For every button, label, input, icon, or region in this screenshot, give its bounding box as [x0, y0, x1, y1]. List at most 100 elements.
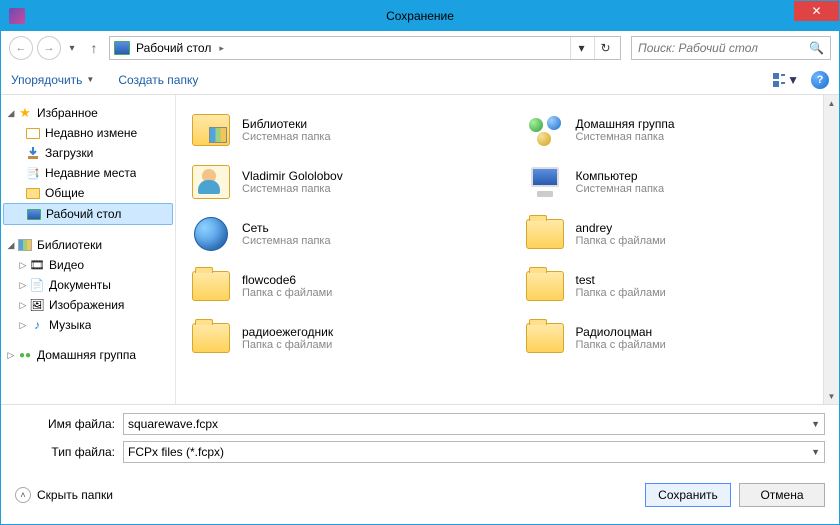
sidebar: ◢ ★ Избранное Недавно измене Загрузки 📑 … — [1, 95, 176, 404]
hide-folders-label: Скрыть папки — [37, 488, 113, 502]
new-folder-label: Создать папку — [118, 73, 198, 87]
filename-label: Имя файла: — [15, 417, 123, 431]
save-button[interactable]: Сохранить — [645, 483, 731, 507]
scroll-down-icon[interactable]: ▼ — [824, 388, 839, 404]
sidebar-downloads[interactable]: Загрузки — [3, 143, 173, 163]
network-icon — [190, 216, 232, 252]
folder-icon — [524, 216, 566, 252]
expand-icon[interactable]: ▷ — [17, 320, 29, 331]
arrow-left-icon: ← — [16, 42, 27, 54]
back-button[interactable]: ← — [9, 36, 33, 60]
chevron-down-icon: ▾ — [578, 41, 584, 55]
sidebar-video[interactable]: ▷ 🎞 Видео — [3, 255, 173, 275]
sidebar-recent[interactable]: Недавно измене — [3, 123, 173, 143]
sidebar-public[interactable]: Общие — [3, 183, 173, 203]
desktop-icon — [26, 207, 42, 221]
video-icon: 🎞 — [29, 258, 45, 272]
scroll-up-icon[interactable]: ▲ — [824, 95, 839, 111]
filename-input[interactable] — [128, 417, 807, 431]
expand-icon[interactable]: ▷ — [17, 300, 29, 311]
close-button[interactable]: ✕ — [794, 1, 839, 21]
collapse-icon[interactable]: ◢ — [5, 240, 17, 251]
filetype-label: Тип файла: — [15, 445, 123, 459]
organize-button[interactable]: Упорядочить ▼ — [11, 73, 94, 87]
new-folder-button[interactable]: Создать папку — [118, 73, 198, 87]
breadcrumb[interactable]: Рабочий стол — [134, 41, 213, 55]
view-button[interactable]: ▼ — [773, 70, 799, 90]
file-libraries[interactable]: БиблиотекиСистемная папка — [184, 105, 498, 155]
title-bar: Сохранение ✕ — [1, 1, 839, 31]
expand-icon[interactable]: ▷ — [5, 350, 17, 361]
expand-icon[interactable]: ▷ — [17, 260, 29, 271]
toolbar: Упорядочить ▼ Создать папку ▼ ? — [1, 65, 839, 95]
file-test[interactable]: testПапка с файлами — [518, 261, 832, 311]
picture-icon: 🖼 — [29, 298, 45, 312]
forward-button[interactable]: → — [37, 36, 61, 60]
nav-row: ← → ▾ ↑ Рабочий стол ▸ ▾ ↻ 🔍 — [1, 31, 839, 65]
filetype-value: FCPx files (*.fcpx) — [128, 445, 807, 459]
folder-icon — [524, 320, 566, 356]
form-pane: Имя файла: ▼ Тип файла: FCPx files (*.fc… — [1, 404, 839, 475]
sidebar-pictures[interactable]: ▷ 🖼 Изображения — [3, 295, 173, 315]
chevron-down-icon: ▼ — [86, 75, 94, 84]
address-dropdown[interactable]: ▾ — [570, 37, 592, 59]
file-radiolocman[interactable]: РадиолоцманПапка с файлами — [518, 313, 832, 363]
file-andrey[interactable]: andreyПапка с файлами — [518, 209, 832, 259]
folder-icon — [25, 186, 41, 200]
app-icon — [9, 8, 25, 24]
cancel-button[interactable]: Отмена — [739, 483, 825, 507]
sidebar-libraries[interactable]: ◢ Библиотеки — [3, 235, 173, 255]
arrow-right-icon: → — [44, 42, 55, 54]
arrow-up-icon: ↑ — [91, 40, 98, 56]
chevron-down-icon[interactable]: ▼ — [807, 419, 820, 429]
up-button[interactable]: ↑ — [83, 37, 105, 59]
recent-icon — [25, 126, 41, 140]
sidebar-desktop[interactable]: Рабочий стол — [3, 203, 173, 225]
collapse-icon[interactable]: ◢ — [5, 108, 17, 119]
sidebar-favorites[interactable]: ◢ ★ Избранное — [3, 103, 173, 123]
homegroup-icon — [524, 112, 566, 148]
chevron-down-icon: ▼ — [787, 73, 799, 87]
close-icon: ✕ — [811, 4, 821, 18]
chevron-down-icon[interactable]: ▼ — [807, 447, 820, 457]
computer-icon — [524, 164, 566, 200]
filename-field[interactable]: ▼ — [123, 413, 825, 435]
help-icon: ? — [817, 74, 824, 86]
folder-icon — [190, 320, 232, 356]
file-network[interactable]: СетьСистемная папка — [184, 209, 498, 259]
chevron-up-icon: ˄ — [15, 487, 31, 503]
folder-icon — [190, 268, 232, 304]
desktop-icon — [114, 41, 130, 55]
file-list: БиблиотекиСистемная папка Домашняя групп… — [176, 95, 839, 404]
button-row: ˄ Скрыть папки Сохранить Отмена — [1, 475, 839, 517]
libraries-icon — [190, 112, 232, 148]
refresh-button[interactable]: ↻ — [594, 37, 616, 59]
sidebar-documents[interactable]: ▷ 📄 Документы — [3, 275, 173, 295]
hide-folders-button[interactable]: ˄ Скрыть папки — [15, 487, 113, 503]
pin-icon: 📑 — [25, 166, 41, 180]
folder-icon — [524, 268, 566, 304]
file-radio-year[interactable]: радиоежегодникПапка с файлами — [184, 313, 498, 363]
scrollbar[interactable]: ▲ ▼ — [823, 95, 839, 404]
search-icon[interactable]: 🔍 — [809, 41, 824, 55]
file-computer[interactable]: КомпьютерСистемная папка — [518, 157, 832, 207]
address-bar[interactable]: Рабочий стол ▸ ▾ ↻ — [109, 36, 621, 60]
sidebar-homegroup[interactable]: ▷ ●● Домашняя группа — [3, 345, 173, 365]
history-dropdown[interactable]: ▾ — [65, 43, 79, 54]
view-icon — [773, 73, 785, 87]
file-homegroup[interactable]: Домашняя группаСистемная папка — [518, 105, 832, 155]
file-user[interactable]: Vladimir GololobovСистемная папка — [184, 157, 498, 207]
search-input[interactable] — [638, 41, 809, 55]
expand-icon[interactable]: ▷ — [17, 280, 29, 291]
filetype-field[interactable]: FCPx files (*.fcpx) ▼ — [123, 441, 825, 463]
file-flowcode[interactable]: flowcode6Папка с файлами — [184, 261, 498, 311]
search-box[interactable]: 🔍 — [631, 36, 831, 60]
sidebar-recent-places[interactable]: 📑 Недавние места — [3, 163, 173, 183]
libraries-icon — [17, 238, 33, 252]
document-icon: 📄 — [29, 278, 45, 292]
sidebar-music[interactable]: ▷ ♪ Музыка — [3, 315, 173, 335]
organize-label: Упорядочить — [11, 73, 82, 87]
chevron-right-icon[interactable]: ▸ — [217, 43, 226, 54]
music-icon: ♪ — [29, 318, 45, 332]
help-button[interactable]: ? — [811, 71, 829, 89]
